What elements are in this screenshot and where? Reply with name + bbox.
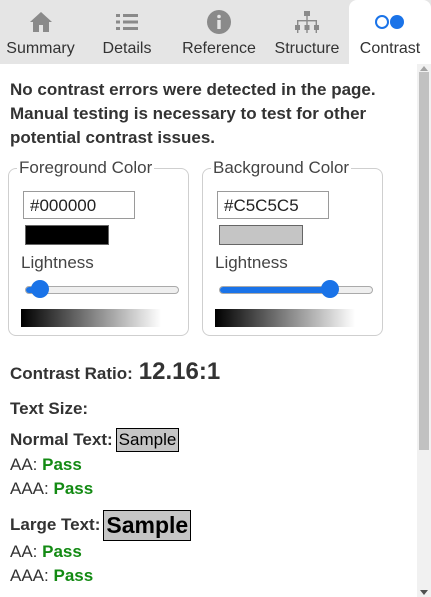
vertical-scrollbar[interactable]	[417, 64, 431, 597]
background-color-group: Background Color #C5C5C5 Lightness	[202, 158, 383, 336]
tab-contrast[interactable]: Contrast	[349, 0, 431, 64]
background-lightness-gradient	[215, 309, 355, 327]
large-text-sample: Sample	[103, 510, 192, 541]
text-size-heading: Text Size:	[10, 399, 89, 418]
tab-details-label: Details	[102, 40, 152, 57]
large-aa-status: Pass	[42, 542, 82, 561]
foreground-lightness-label: Lightness	[21, 253, 94, 272]
contrast-ratio: Contrast Ratio: 12.16:1	[10, 358, 220, 386]
sitemap-icon	[293, 8, 321, 36]
foreground-swatch[interactable]	[25, 225, 109, 245]
normal-aaa-result: AAA: Pass	[10, 479, 93, 499]
tab-structure[interactable]: Structure	[265, 0, 349, 64]
scroll-down-arrow-icon[interactable]	[420, 590, 428, 595]
background-lightness-slider[interactable]	[320, 280, 339, 298]
large-aaa-label: AAA:	[10, 566, 49, 585]
tab-bar: Summary Details Reference Structure Cont…	[0, 0, 431, 64]
color-controls: Foreground Color #000000 Lightness Backg…	[8, 158, 384, 338]
normal-text-row: Normal Text: Sample	[10, 428, 180, 452]
normal-aa-label: AA:	[10, 455, 38, 474]
normal-aa-status: Pass	[42, 455, 82, 474]
info-icon	[206, 8, 232, 36]
scroll-up-arrow-icon[interactable]	[420, 66, 428, 71]
foreground-legend: Foreground Color	[17, 158, 155, 178]
foreground-lightness-slider[interactable]	[31, 280, 50, 298]
contrast-panel: No contrast errors were detected in the …	[8, 78, 410, 585]
tab-contrast-label: Contrast	[359, 40, 421, 57]
normal-text-label: Normal Text:	[10, 430, 113, 449]
contrast-ratio-value: 12.16:1	[138, 358, 221, 385]
large-text-row: Large Text: Sample	[10, 510, 192, 541]
normal-aa-result: AA: Pass	[10, 455, 82, 475]
home-icon	[28, 8, 54, 36]
background-hex-input[interactable]: #C5C5C5	[217, 191, 329, 219]
background-swatch[interactable]	[219, 225, 303, 245]
background-lightness-track[interactable]	[219, 286, 373, 294]
contrast-ratio-label: Contrast Ratio:	[10, 364, 133, 383]
tab-summary-label: Summary	[6, 40, 75, 57]
foreground-hex-input[interactable]: #000000	[23, 191, 135, 219]
background-lightness-fill	[220, 287, 330, 293]
normal-aaa-status: Pass	[53, 479, 94, 498]
large-aaa-result: AAA: Pass	[10, 566, 93, 586]
tab-reference-label: Reference	[182, 40, 256, 57]
large-aa-label: AA:	[10, 542, 38, 561]
tab-reference[interactable]: Reference	[173, 0, 265, 64]
tab-structure-label: Structure	[274, 40, 340, 57]
tab-summary[interactable]: Summary	[0, 0, 81, 64]
summary-message: No contrast errors were detected in the …	[10, 80, 376, 147]
large-aa-result: AA: Pass	[10, 542, 82, 562]
normal-text-sample: Sample	[115, 428, 180, 452]
foreground-lightness-gradient	[21, 309, 161, 327]
normal-aaa-label: AAA:	[10, 479, 49, 498]
scrollbar-thumb[interactable]	[419, 72, 429, 450]
background-legend: Background Color	[211, 158, 352, 178]
background-lightness-label: Lightness	[215, 253, 288, 272]
large-aaa-status: Pass	[53, 566, 94, 585]
large-text-label: Large Text:	[10, 514, 101, 534]
tab-details[interactable]: Details	[81, 0, 173, 64]
list-icon	[114, 8, 140, 36]
contrast-icon	[373, 8, 407, 36]
foreground-color-group: Foreground Color #000000 Lightness	[8, 158, 189, 336]
